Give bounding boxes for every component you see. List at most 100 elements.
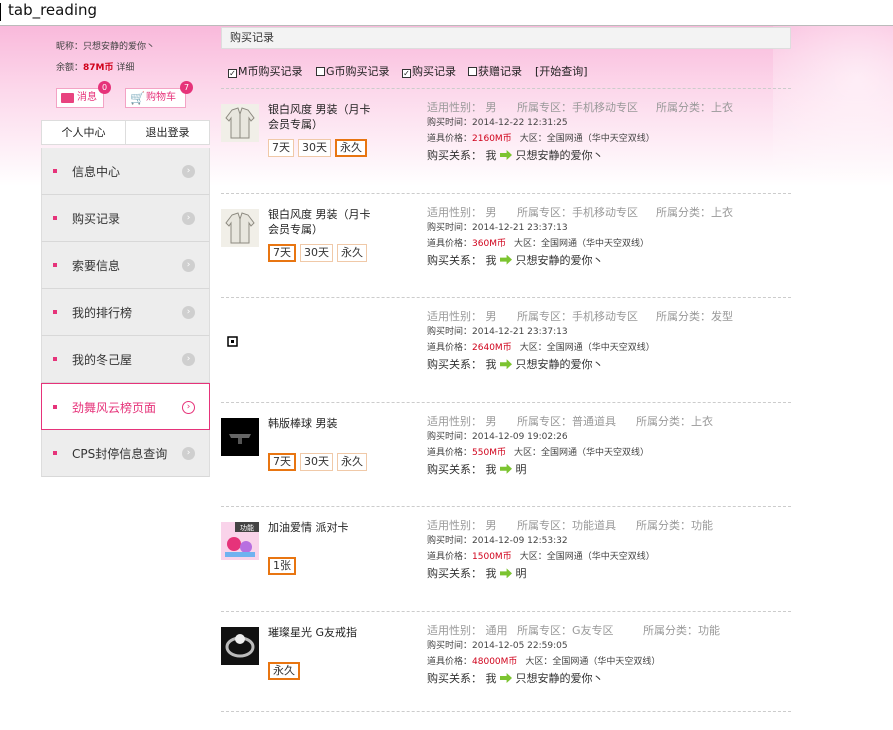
balance: 余额：87M币 详细 (56, 60, 134, 73)
cart-button[interactable]: 🛒 购物车 7 (125, 81, 193, 108)
bullet-icon (53, 169, 57, 173)
duration-option[interactable]: 7天 (268, 452, 296, 471)
category: 所属分类：发型 (656, 310, 733, 324)
duration-option[interactable]: 永久 (335, 139, 367, 157)
record-item: 功能 加油爱情 派对卡 1张 适用性别： 男 所属专区：功能道具 所属分类：功能 购买时间：… (221, 506, 791, 611)
duration-option[interactable]: 30天 (298, 139, 331, 157)
duration-options: 7天 30天 永久 (268, 139, 367, 157)
sidebar-item-info-center[interactable]: 信息中心 › (41, 148, 210, 195)
checkbox-checked-icon[interactable]: ✓ (402, 69, 411, 78)
duration-option[interactable]: 7天 (268, 243, 296, 262)
purchase-time: 购买时间：2014-12-21 23:37:13 (427, 327, 568, 338)
category: 所属分类：上衣 (656, 101, 733, 114)
price-value: 2160M币 (472, 134, 512, 144)
duration-option[interactable]: 永久 (268, 662, 300, 680)
logout-link[interactable]: 退出登录 (125, 121, 209, 144)
relation-target[interactable]: 明 (516, 463, 527, 476)
checkbox-icon[interactable] (468, 67, 477, 76)
cart-label: 购物车 (146, 92, 176, 103)
duration-options: 永久 (268, 662, 300, 680)
item-name[interactable]: 加油爱情 派对卡 (268, 520, 378, 535)
duration-option[interactable]: 永久 (337, 452, 367, 471)
user-info-panel: 昵称：只想安静的爱你丶 余额：87M币 详细 消息 0 🛒 购物车 7 (41, 26, 210, 120)
checkbox-checked-icon[interactable]: ✓ (228, 69, 237, 78)
item-name[interactable]: 银白风度 男装（月卡会员专属） (268, 207, 378, 237)
price-label: 道具价格： (427, 238, 473, 249)
relation-label: 购买关系： 我 (427, 358, 500, 372)
messages-button[interactable]: 消息 0 (56, 81, 111, 108)
price-line: 道具价格：360M币 大区：全国网通（华中天空双线） (427, 236, 787, 253)
price-label: 道具价格： (427, 552, 473, 563)
sidebar-item-label: CPS封停信息查询 (72, 447, 168, 461)
item-name[interactable]: 韩版棒球 男装 (268, 416, 378, 431)
duration-option[interactable]: 30天 (300, 452, 333, 471)
purchase-relation: 购买关系： 我 只想安静的爱你丶 (427, 671, 787, 687)
sidebar-item-label: 我的排行榜 (72, 306, 133, 320)
price-value: 550M币 (472, 447, 506, 458)
price-line: 道具价格：2160M币 大区：全国网通（华中天空双线） (427, 131, 787, 148)
zone: 所属专区：手机移动专区 (517, 205, 638, 219)
personal-center-link[interactable]: 个人中心 (42, 121, 125, 144)
chevron-right-icon: › (182, 353, 195, 366)
tab-title[interactable]: tab_reading (8, 1, 97, 19)
gender: 适用性别： 男 (427, 205, 497, 219)
purchase-relation: 购买关系： 我 只想安静的爱你丶 (427, 357, 787, 373)
sidebar-item-request-info[interactable]: 索要信息 › (41, 242, 210, 289)
gender: 适用性别： 男 (427, 310, 497, 324)
filter-m-coin[interactable]: ✓ M币购买记录 (228, 63, 303, 79)
duration-option[interactable]: 1张 (268, 557, 296, 576)
envelope-icon (61, 93, 74, 103)
jacket-thumbnail[interactable] (221, 208, 259, 247)
baseball-jacket-thumbnail[interactable] (221, 417, 259, 456)
filter-gift[interactable]: 获赠记录 (468, 63, 522, 79)
server: 大区：全国网通（华中天空双线） (519, 134, 655, 144)
duration-option[interactable]: 7天 (268, 139, 294, 157)
price-line: 道具价格：550M币 大区：全国网通（华中天空双线） (427, 445, 787, 462)
list-bottom-divider (221, 711, 791, 712)
price-label: 道具价格： (427, 134, 473, 144)
sidebar-item-my-ranking[interactable]: 我的排行榜 › (41, 289, 210, 336)
server: 大区：全国网通（华中天空双线） (513, 238, 649, 249)
gender: 适用性别： 通用 (427, 624, 508, 637)
relation-target[interactable]: 只想安静的爱你丶 (516, 358, 604, 371)
record-attributes: 适用性别： 男 所属专区：普通道具 所属分类：上衣 (427, 413, 787, 429)
nickname: 昵称：只想安静的爱你丶 (56, 42, 156, 52)
relation-target[interactable]: 只想安静的爱你丶 (516, 672, 604, 685)
sidebar-item-label: 信息中心 (72, 165, 121, 179)
purchase-relation: 购买关系： 我 只想安静的爱你丶 (427, 148, 787, 164)
sidebar-item-purchase-records[interactable]: 购买记录 › (41, 195, 210, 242)
arrow-right-icon (500, 254, 512, 265)
checkbox-icon[interactable] (316, 67, 325, 76)
relation-target[interactable]: 只想安静的爱你丶 (516, 254, 604, 267)
relation-target[interactable]: 只想安静的爱你丶 (516, 149, 604, 162)
tab-edge (0, 3, 1, 21)
jacket-thumbnail[interactable] (221, 104, 259, 142)
record-item: 适用性别： 男 所属专区：手机移动专区 所属分类：发型 购买时间：2014-12-21… (221, 297, 791, 402)
item-name[interactable]: 璀璨星光 G友戒指 (268, 625, 378, 640)
filter-m-coin-label: M币购买记录 (238, 65, 303, 78)
purchase-time: 购买时间：2014-12-09 12:53:32 (427, 536, 568, 547)
sidebar-item-my-house[interactable]: 我的冬己屋 › (41, 336, 210, 383)
start-query-link[interactable]: [开始查询] (535, 63, 588, 79)
category: 所属分类：上衣 (636, 414, 713, 428)
account-bar: 个人中心 退出登录 (41, 120, 210, 145)
hair-thumbnail[interactable] (221, 313, 273, 351)
price-value: 360M币 (472, 238, 506, 249)
relation-label: 购买关系： 我 (427, 149, 500, 162)
party-card-thumbnail[interactable]: 功能 (221, 522, 259, 561)
balance-detail-link[interactable]: 详细 (114, 63, 134, 73)
sidebar-item-cps-ban-query[interactable]: CPS封停信息查询 › (41, 430, 210, 477)
duration-option[interactable]: 30天 (300, 243, 333, 262)
record-meta: 适用性别： 通用 所属专区：G友专区 所属分类：功能 购买时间：2014-12-05 … (427, 622, 787, 687)
sidebar-item-label: 索要信息 (72, 259, 121, 273)
ring-thumbnail[interactable] (221, 627, 259, 665)
price-line: 道具价格：48000M币 大区：全国网通（华中天空双线） (427, 654, 787, 671)
duration-options: 1张 (268, 557, 296, 576)
duration-option[interactable]: 永久 (337, 243, 367, 262)
filter-purchase[interactable]: ✓ 购买记录 (402, 63, 456, 79)
filter-g-coin[interactable]: G币购买记录 (316, 63, 390, 79)
sidebar-item-ranking-page[interactable]: 劲舞风云榜页面 › (41, 383, 210, 430)
relation-target[interactable]: 明 (516, 567, 527, 580)
category: 所属分类：功能 (643, 624, 720, 637)
item-name[interactable]: 银白风度 男装（月卡会员专属） (268, 102, 378, 132)
